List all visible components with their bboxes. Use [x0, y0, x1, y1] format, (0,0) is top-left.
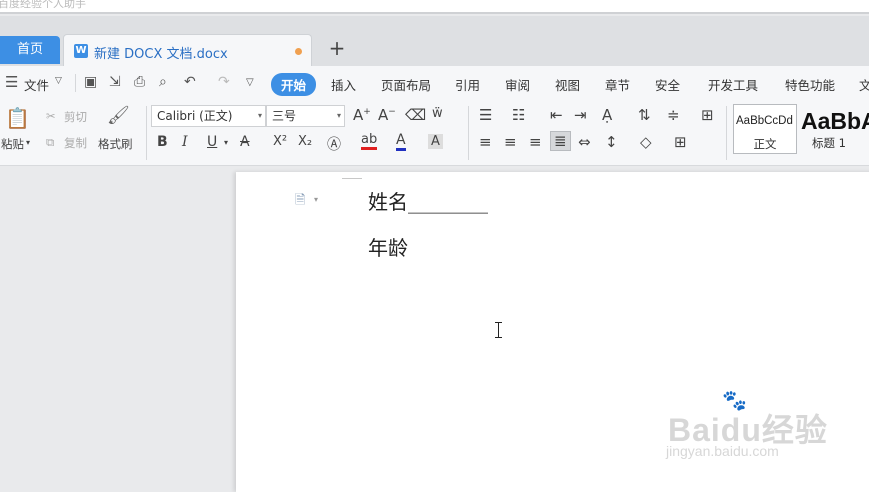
menu-references[interactable]: 引用	[455, 75, 480, 94]
distributed-align-icon[interactable]: ⇔	[578, 133, 591, 151]
hamburger-icon[interactable]: ☰	[5, 73, 18, 91]
font-name-value: Calibri (正文)	[157, 109, 233, 123]
menu-special[interactable]: 特色功能	[785, 75, 835, 94]
tab-home[interactable]: 首页	[0, 36, 60, 64]
font-name-select[interactable]: Calibri (正文) ▾	[151, 105, 266, 127]
copy-icon[interactable]: ⧉	[46, 135, 54, 150]
menu-home[interactable]: 开始	[271, 73, 317, 96]
shading-icon[interactable]: ◇	[640, 133, 652, 151]
decrease-indent-icon[interactable]: ⇤	[550, 106, 563, 124]
style-normal-preview: AaBbCcDd	[736, 115, 793, 127]
align-left-icon[interactable]: ≡	[479, 133, 492, 151]
numbered-list-icon[interactable]: ☷	[512, 106, 525, 124]
divider	[468, 106, 469, 160]
shrink-font-icon[interactable]: A−	[378, 106, 396, 124]
redo-icon[interactable]: ↷	[218, 74, 230, 90]
text-cursor-icon	[494, 322, 503, 338]
style-normal-name: 正文	[753, 137, 777, 151]
sort-icon[interactable]: ⇅	[638, 106, 651, 124]
style-heading1-preview: AaBbA	[801, 108, 869, 134]
menu-developer[interactable]: 开发工具	[708, 75, 758, 94]
unsaved-dot-icon	[295, 48, 302, 55]
tab-document-title: 新建 DOCX 文档.docx	[94, 47, 228, 62]
bullet-list-icon[interactable]: ☰	[479, 106, 492, 124]
divider	[146, 106, 147, 160]
margin-marker	[342, 178, 362, 179]
paw-icon: 🐾	[722, 390, 747, 412]
underline-dropdown-icon[interactable]: ▾	[224, 138, 228, 147]
align-center-icon[interactable]: ≡	[504, 133, 517, 151]
text-effect-icon[interactable]: Ⓐ	[327, 134, 341, 154]
format-painter-button[interactable]: 格式刷	[98, 136, 133, 152]
char-shading-icon[interactable]: A	[428, 134, 443, 149]
font-color-icon[interactable]: A	[396, 133, 406, 151]
new-tab-button[interactable]: +	[326, 34, 348, 62]
menu-review[interactable]: 审阅	[505, 75, 530, 94]
italic-button[interactable]: I	[182, 134, 188, 150]
undo-icon[interactable]: ↶	[184, 74, 196, 90]
cut-button[interactable]: 剪切	[64, 109, 87, 125]
print-preview-icon[interactable]: ⌕	[159, 74, 167, 90]
chevron-down-icon: ▾	[336, 111, 341, 120]
text-direction-icon[interactable]: Ạ	[602, 106, 612, 124]
ribbon-toolbar: 📋 粘贴 ▾ ✂ 剪切 ⧉ 复制 🖌 格式刷 Calibri (正文) ▾ 三号…	[0, 100, 869, 166]
doc-line-name[interactable]: 姓名________	[368, 186, 488, 215]
align-right-icon[interactable]: ≡	[529, 133, 542, 151]
bold-button[interactable]: B	[157, 134, 168, 150]
export-icon[interactable]: ⇲	[109, 74, 121, 90]
strikethrough-icon[interactable]: A	[240, 134, 250, 150]
font-size-value: 三号	[272, 109, 297, 123]
title-bar: 百度经验个人助手	[0, 0, 869, 14]
print-icon[interactable]: ⎙	[134, 74, 145, 90]
borders-icon[interactable]: ⊞	[674, 133, 687, 151]
menu-page-layout[interactable]: 页面布局	[381, 75, 431, 94]
grow-font-icon[interactable]: A+	[353, 106, 371, 124]
menu-security[interactable]: 安全	[655, 75, 680, 94]
subscript-button[interactable]: X₂	[298, 134, 312, 149]
line-spacing-icon[interactable]: ≑	[667, 106, 680, 124]
menu-view[interactable]: 视图	[555, 75, 580, 94]
menu-file[interactable]: 文件	[24, 75, 49, 94]
style-heading1-name: 标题 1	[812, 136, 846, 150]
title-text: 百度经验个人助手	[0, 0, 86, 10]
divider	[75, 74, 76, 92]
paragraph-spacing-icon[interactable]: ↕	[605, 133, 618, 151]
copy-button[interactable]: 复制	[64, 135, 87, 151]
justify-icon[interactable]: ≣	[550, 131, 571, 151]
increase-indent-icon[interactable]: ⇥	[574, 106, 587, 124]
superscript-button[interactable]: X²	[273, 134, 287, 149]
font-size-select[interactable]: 三号 ▾	[266, 105, 345, 127]
table-settings-icon[interactable]: ⊞	[701, 106, 714, 124]
menu-bar: ☰ 文件 ▽ ▣ ⇲ ⎙ ⌕ ↶ ↷ ▽ 开始 插入 页面布局 引用 审阅 视图…	[0, 66, 869, 100]
doc-line-age[interactable]: 年龄	[368, 232, 408, 261]
paste-dropdown-icon[interactable]: ▾	[26, 138, 30, 147]
tab-bar: 首页 W 新建 DOCX 文档.docx +	[0, 16, 869, 66]
chevron-down-icon: ▾	[257, 111, 262, 120]
quick-access-more-icon[interactable]: ▽	[246, 77, 254, 88]
chevron-down-icon[interactable]: ▽	[55, 76, 62, 86]
chevron-down-icon[interactable]: ▾	[314, 195, 318, 204]
menu-insert[interactable]: 插入	[331, 75, 356, 94]
paste-icon[interactable]: 📋	[5, 106, 30, 130]
menu-more[interactable]: 文	[859, 75, 869, 94]
phonetic-guide-icon[interactable]: ẅ	[432, 106, 443, 121]
divider	[726, 106, 727, 160]
style-heading1[interactable]: AaBbA 标题 1	[799, 104, 869, 154]
underline-button[interactable]: U	[207, 134, 217, 150]
highlight-icon[interactable]: ab	[361, 133, 378, 150]
save-icon[interactable]: ▣	[84, 74, 97, 90]
clear-format-icon[interactable]: ⌫	[405, 106, 426, 124]
paste-button[interactable]: 粘贴	[1, 136, 24, 152]
paragraph-handle-icon[interactable]: 🗎	[295, 191, 305, 213]
menu-section[interactable]: 章节	[605, 75, 630, 94]
style-normal[interactable]: AaBbCcDd 正文	[733, 104, 797, 154]
watermark-url: jingyan.baidu.com	[666, 443, 779, 459]
scissors-icon[interactable]: ✂	[46, 109, 56, 123]
format-painter-icon[interactable]: 🖌	[107, 105, 130, 126]
wps-writer-icon: W	[74, 44, 88, 58]
tab-document[interactable]: W 新建 DOCX 文档.docx	[63, 34, 312, 66]
